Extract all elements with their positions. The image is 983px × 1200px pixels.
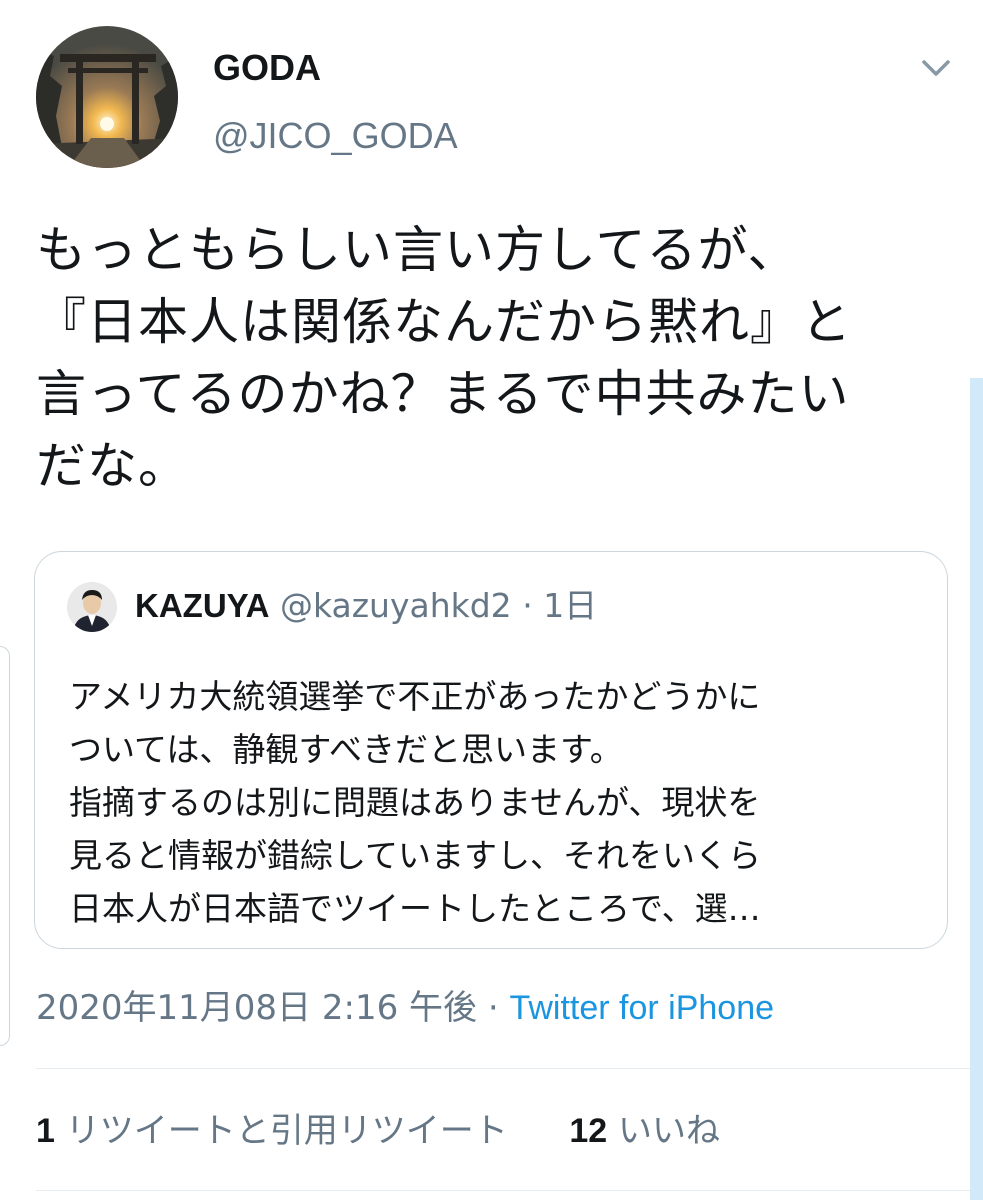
- quoted-text-line: 指摘するのは別に問題はありませんが、現状を: [69, 783, 761, 822]
- quoted-tweet-text: アメリカ大統領選挙で不正があったかどうかに ついては、静観すべきだと思います。 …: [69, 670, 929, 935]
- quoted-author-avatar[interactable]: [67, 582, 117, 632]
- tweet-stats: 1 リツイートと引用リツイート 12 いいね: [36, 1108, 720, 1154]
- tweet-text-line: もっともらしい言い方してるが、: [36, 221, 799, 279]
- quoted-text-line: ついては、静観すべきだと思います。: [69, 730, 623, 769]
- quoted-text-line: アメリカ大統領選挙で不正があったかどうかに: [69, 677, 761, 716]
- retweets-label: リツイートと引用リツイート: [65, 1111, 508, 1151]
- tweet-text-line: 言ってるのかね？まるで中共みたい: [36, 365, 850, 423]
- author-handle[interactable]: @JICO_GODA: [213, 114, 458, 158]
- likes-count: 12: [569, 1112, 608, 1150]
- quoted-tweet-card[interactable]: KAZUYA @kazuyahkd2 · 1日 アメリカ大統領選挙で不正があった…: [34, 551, 948, 949]
- tweet-timestamp[interactable]: 2020年11月08日 2:16 午後: [36, 988, 477, 1028]
- quoted-text-line: 見ると情報が錯綜していますし、それをいくら: [69, 836, 762, 875]
- quoted-author-name[interactable]: KAZUYA: [135, 587, 269, 624]
- likes-stat[interactable]: 12 いいね: [569, 1111, 720, 1151]
- quoted-author-handle[interactable]: @kazuyahkd2: [280, 586, 512, 625]
- author-avatar[interactable]: [36, 26, 178, 168]
- person-avatar-image: [67, 582, 117, 632]
- side-panel-edge: [0, 646, 10, 1046]
- tweet-text-line: だな。: [36, 437, 189, 495]
- chevron-down-icon[interactable]: [918, 50, 954, 86]
- author-display-name[interactable]: GODA: [213, 46, 321, 90]
- quoted-tweet-time: 1日: [543, 586, 598, 625]
- tweet-text-line: 『日本人は関係なんだから黙れ』と: [36, 293, 852, 351]
- vertical-scrollbar[interactable]: [970, 378, 983, 1200]
- quoted-tweet-header: KAZUYA @kazuyahkd2 · 1日: [135, 584, 597, 628]
- quoted-header-separator: ·: [522, 586, 533, 625]
- tweet-detail-page: GODA @JICO_GODA もっともらしい言い方してるが、 『日本人は関係な…: [0, 0, 983, 1200]
- tweet-text: もっともらしい言い方してるが、 『日本人は関係なんだから黙れ』と 言ってるのかね…: [36, 214, 966, 502]
- tweet-source-link[interactable]: Twitter for iPhone: [509, 989, 774, 1027]
- tweet-meta: 2020年11月08日 2:16 午後 · Twitter for iPhone: [36, 985, 774, 1031]
- retweets-stat[interactable]: 1 リツイートと引用リツイート: [36, 1111, 519, 1151]
- divider: [36, 1190, 983, 1191]
- retweets-count: 1: [36, 1112, 55, 1150]
- divider: [36, 1068, 983, 1069]
- quoted-text-line: 日本人が日本語でツイートしたところで、選…: [69, 889, 761, 928]
- likes-label: いいね: [618, 1111, 720, 1151]
- torii-sunset-avatar-image: [36, 26, 178, 168]
- meta-separator: ·: [487, 988, 499, 1028]
